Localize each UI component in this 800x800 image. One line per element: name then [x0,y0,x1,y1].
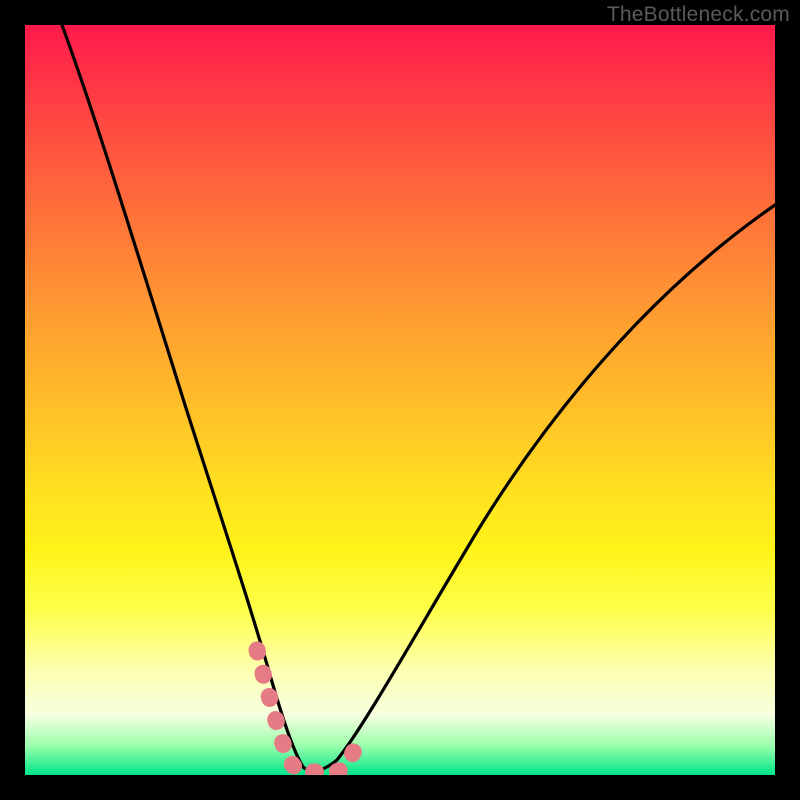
chart-frame: TheBottleneck.com [0,0,800,800]
plot-area [25,25,775,775]
bottleneck-curve [62,25,775,771]
curve-layer [25,25,775,775]
watermark-text: TheBottleneck.com [607,3,790,27]
